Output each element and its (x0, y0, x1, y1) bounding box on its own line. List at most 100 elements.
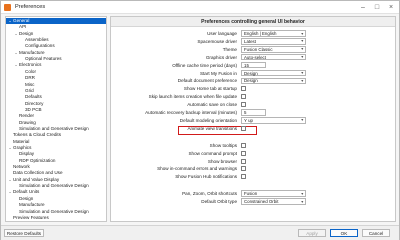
preference-label: Theme (222, 46, 237, 52)
preference-label: Show in-command errors and warnings (157, 166, 237, 172)
chevron-down-icon[interactable]: ⌄ (14, 62, 18, 68)
tree-item-label: Design (19, 30, 34, 36)
preference-number-input[interactable]: 5 (241, 109, 266, 116)
preference-dropdown[interactable]: Fusion ▼ (241, 190, 306, 197)
tree-item-label: Electronics (19, 62, 42, 68)
preference-checkbox[interactable] (241, 174, 246, 180)
tree-item[interactable]: Manufacture (6, 202, 106, 208)
preference-checkbox[interactable] (241, 166, 246, 172)
close-icon[interactable]: × (385, 3, 397, 11)
tree-item[interactable]: Render (6, 113, 106, 119)
chevron-down-icon[interactable]: ⌄ (8, 189, 12, 195)
tree-item[interactable]: Drawing (6, 120, 106, 126)
chevron-down-icon[interactable]: ⌄ (14, 31, 18, 37)
tree-item[interactable]: ⌄ Graphics (6, 145, 106, 151)
preference-control: 15 (241, 61, 266, 69)
preference-control: Constrained Orbit ▼ (241, 198, 306, 205)
tree-item-label: Manufacture (19, 202, 45, 208)
ok-button[interactable]: OK (330, 229, 358, 237)
tree-item[interactable]: Misc (6, 82, 106, 88)
preference-checkbox[interactable] (241, 94, 246, 100)
tree-item[interactable]: Display (6, 151, 106, 157)
preferences-window: Preferences – □ × ⌄ General API ⌄ Design Asse… (0, 0, 400, 240)
tree-item[interactable]: Defaults (6, 94, 106, 100)
tree-item-label: Data Collection and Use (13, 170, 63, 176)
preference-label: Skip launch items creation when file upd… (148, 94, 237, 100)
tree-item[interactable]: ⌄ General (6, 18, 106, 24)
tree-item[interactable]: Optional Features (6, 56, 106, 62)
chevron-down-icon[interactable]: ⌄ (14, 50, 18, 56)
tree-item[interactable]: Material (6, 139, 106, 145)
preference-label: Show browser (207, 158, 237, 164)
preference-checkbox[interactable] (241, 150, 246, 156)
preference-checkbox[interactable] (241, 158, 246, 164)
tree-item[interactable]: 3D PCB (6, 107, 106, 113)
preferences-panel: Preferences controlling general UI behav… (110, 16, 396, 222)
tree-item[interactable]: Preview Features (6, 215, 106, 221)
preference-number-input[interactable]: 15 (241, 61, 266, 69)
dropdown-value: Latest (244, 38, 256, 44)
tree-item[interactable]: RDP Optimization (6, 158, 106, 164)
tree-item[interactable]: ⌄ Default Units (6, 189, 106, 195)
preference-dropdown[interactable]: Auto-select ▼ (241, 53, 306, 61)
preference-control (241, 85, 246, 92)
chevron-down-icon[interactable]: ⌄ (8, 18, 12, 24)
preference-label: Automatic recovery backup interval (minu… (145, 110, 237, 115)
tree-item[interactable]: DRR (6, 75, 106, 81)
tree-item[interactable]: Simulation and Generative Design (6, 183, 106, 189)
window-controls: – □ × (357, 3, 397, 11)
preference-dropdown[interactable]: Fusion Classic ▼ (241, 46, 306, 53)
chevron-down-icon[interactable]: ⌄ (8, 177, 12, 183)
minimize-icon[interactable]: – (357, 3, 369, 11)
tree-item[interactable]: Color (6, 69, 106, 75)
cancel-button[interactable]: Cancel (362, 229, 390, 237)
tree-item-label: Preview Features (13, 214, 49, 220)
preference-control: Design ▼ (241, 77, 306, 85)
preference-row: Show Fusion Hub notifications (111, 173, 395, 180)
tree-item[interactable]: Network (6, 164, 106, 170)
tree-item[interactable]: Grid (6, 88, 106, 94)
tree-item[interactable]: API (6, 24, 106, 30)
tree-item[interactable]: Configurations (6, 43, 106, 49)
tree-item[interactable]: ⌄ Manufacture (6, 50, 106, 56)
chevron-down-icon[interactable]: ⌄ (8, 145, 12, 151)
apply-button[interactable]: Apply (298, 229, 326, 237)
chevron-down-icon: ▼ (300, 118, 304, 123)
preference-dropdown[interactable]: Latest ▼ (241, 38, 306, 45)
tree-item[interactable]: Simulation and Generative Design (6, 209, 106, 215)
tree-item[interactable]: Data Collection and Use (6, 170, 106, 176)
preference-control (241, 165, 246, 172)
preference-dropdown[interactable]: Constrained Orbit ▼ (241, 198, 306, 205)
preference-dropdown[interactable]: Design ▼ (241, 69, 306, 77)
preference-row: Show browser (111, 158, 395, 165)
preference-control: Latest ▼ (241, 38, 306, 45)
preference-dropdown[interactable]: Design ▼ (241, 77, 306, 85)
preference-label: Default Orbit type (201, 199, 237, 205)
preference-dropdown[interactable]: Y up ▼ (241, 117, 306, 124)
tree-item[interactable]: Directory (6, 101, 106, 107)
preference-dropdown[interactable]: English | English ▼ (241, 30, 306, 37)
tree-item[interactable]: ⌄ Design (6, 31, 106, 37)
tree-item[interactable]: Tokens & Cloud Credits (6, 132, 106, 138)
tree-item[interactable]: Assemblies (6, 37, 106, 43)
preference-control: 5 (241, 109, 266, 116)
tree-item-label: Color (25, 68, 36, 74)
tree-item[interactable]: ⌄ Unit and Value Display (6, 177, 106, 183)
preference-label: Animate view transitions (187, 125, 237, 131)
tree-item-label: Misc (25, 81, 35, 87)
tree-item-label: Optional Features (25, 56, 62, 62)
tree-item[interactable]: Simulation and Generative Design (6, 126, 106, 132)
tree-item[interactable]: ⌄ Electronics (6, 62, 106, 68)
preference-label: Default modeling orientation (179, 117, 237, 123)
dropdown-value: Fusion Classic (244, 46, 273, 52)
maximize-icon[interactable]: □ (371, 3, 383, 11)
preference-checkbox[interactable] (241, 125, 246, 131)
tree-item[interactable]: Design (6, 196, 106, 202)
preference-checkbox[interactable] (241, 142, 246, 148)
preference-control (241, 101, 246, 108)
preference-checkbox[interactable] (241, 86, 246, 92)
chevron-down-icon: ▼ (300, 31, 304, 36)
preference-control (241, 125, 246, 132)
restore-defaults-button[interactable]: Restore Defaults (4, 229, 44, 237)
preference-checkbox[interactable] (241, 102, 246, 108)
